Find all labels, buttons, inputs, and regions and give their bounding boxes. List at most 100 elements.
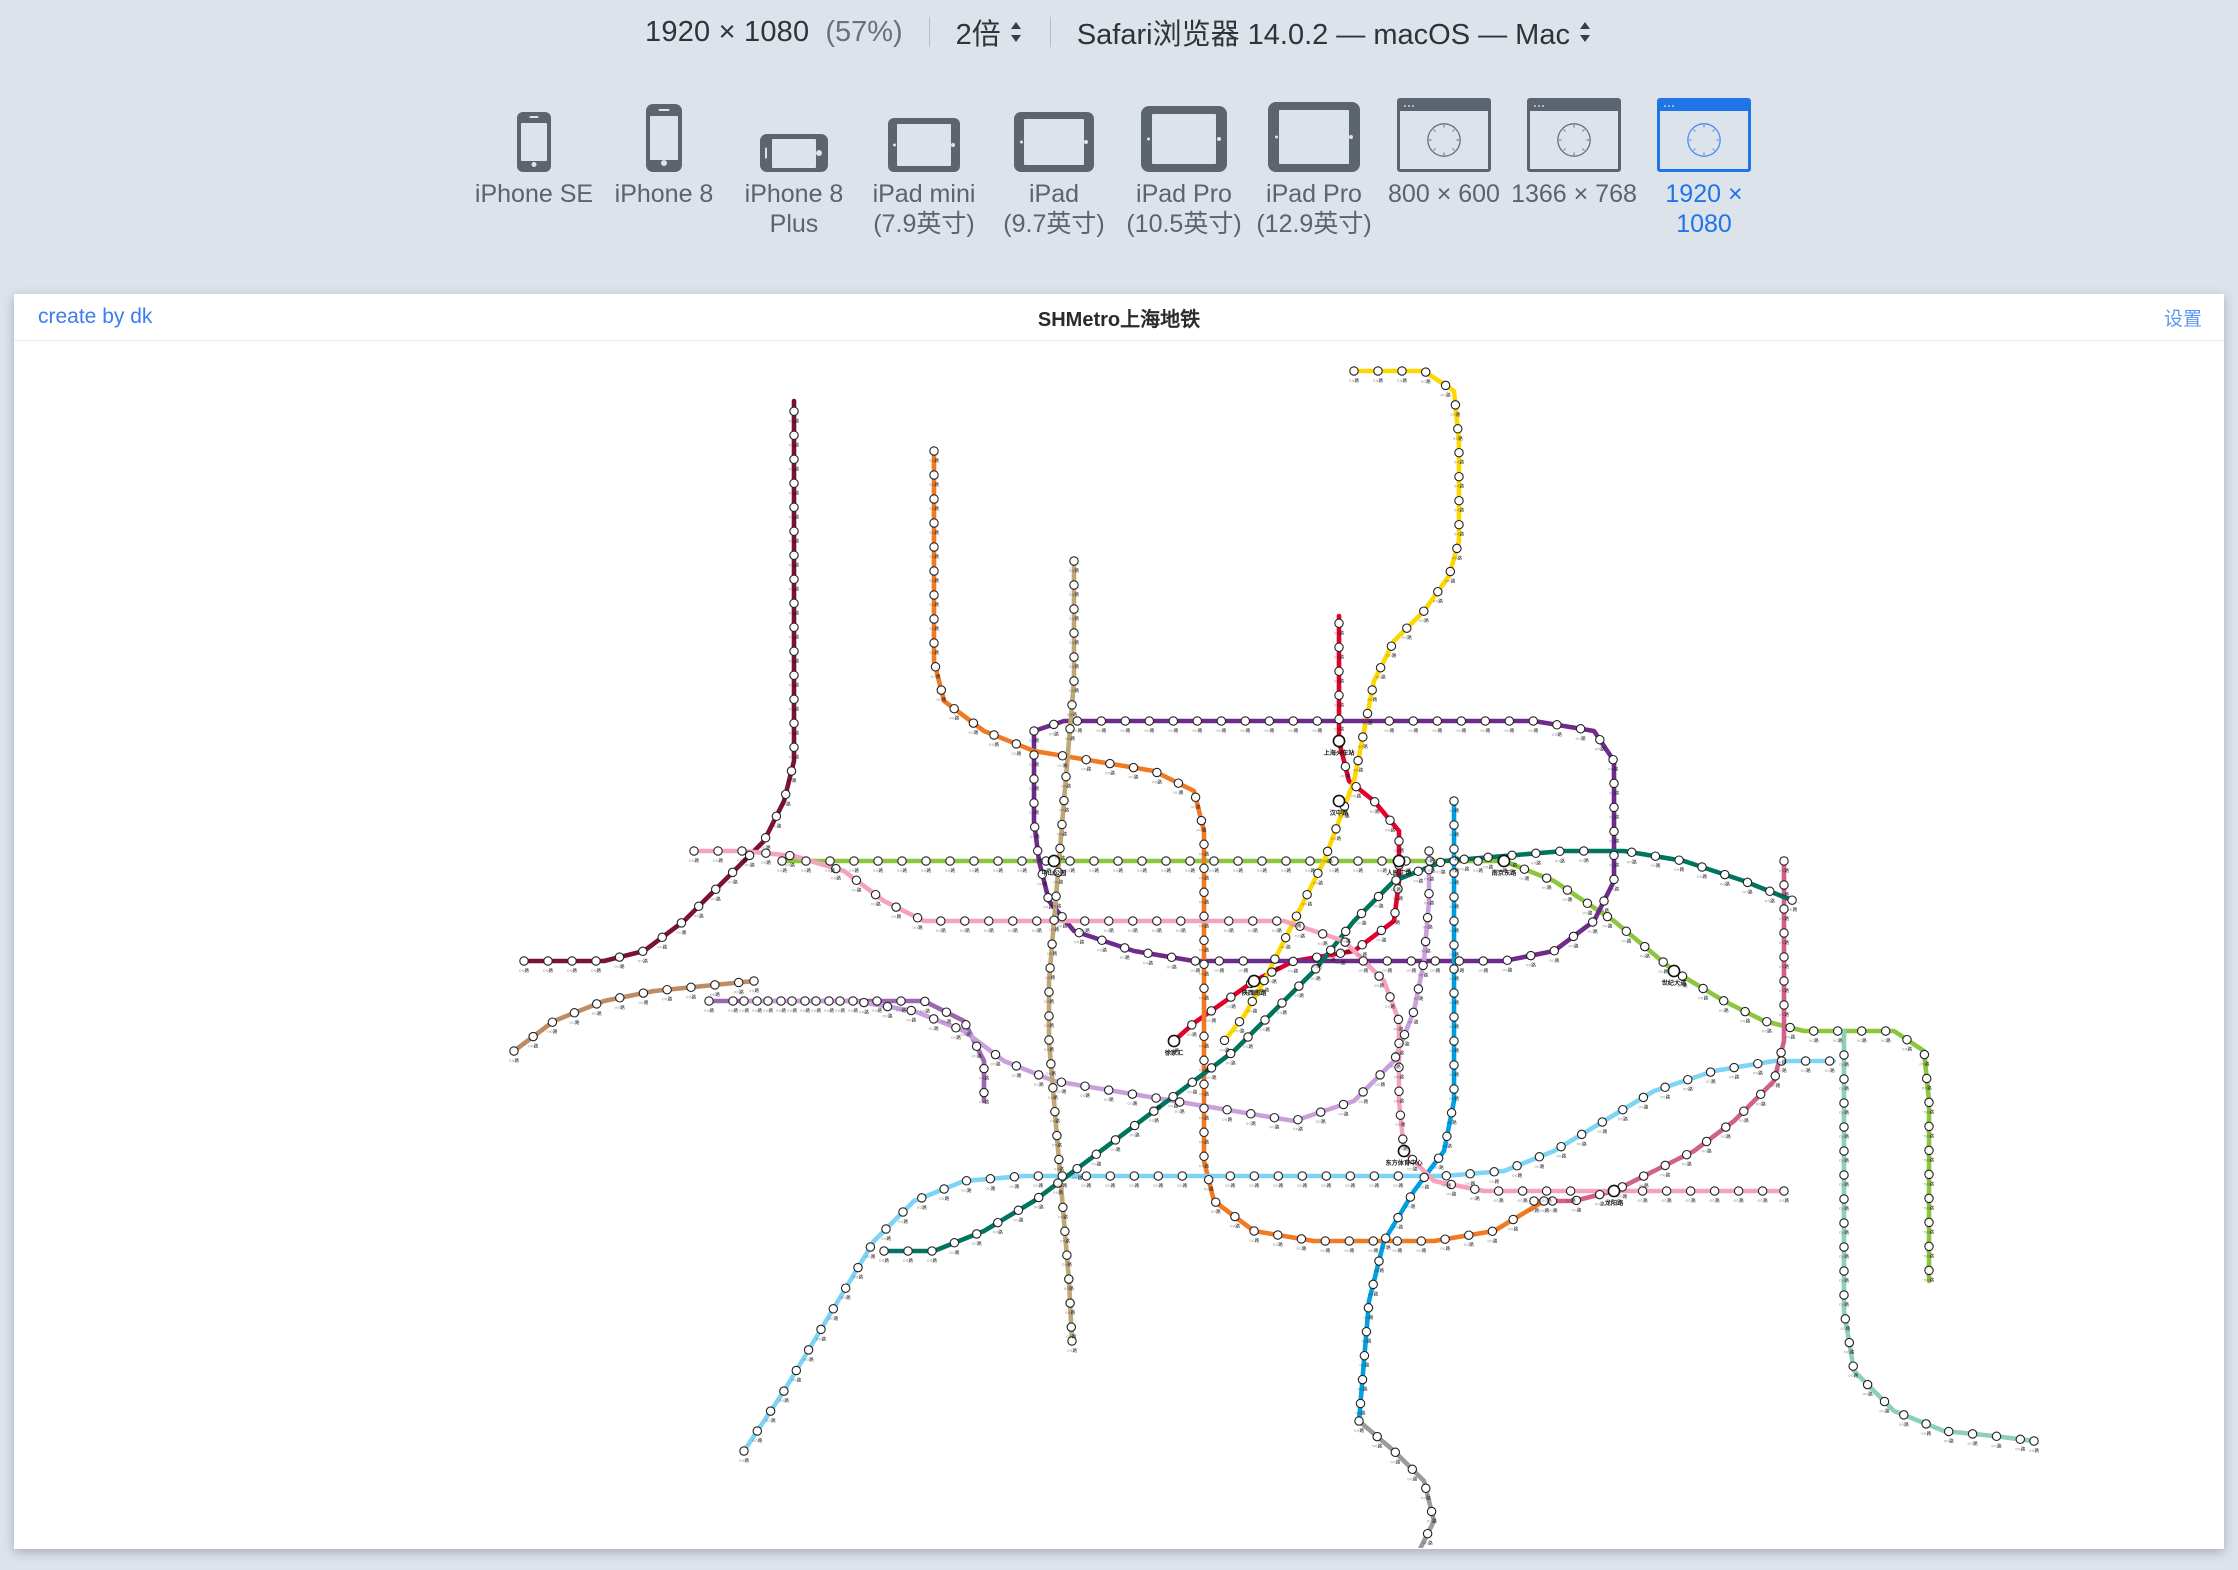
metro-station-marker[interactable] <box>1681 1149 1692 1160</box>
metro-station-marker[interactable] <box>1380 1233 1391 1243</box>
metro-station-marker[interactable] <box>1456 716 1467 726</box>
metro-station-marker[interactable] <box>1609 874 1619 885</box>
metro-station-marker[interactable] <box>1187 1077 1198 1088</box>
metro-line[interactable] <box>1171 613 1402 1044</box>
metro-station-marker[interactable] <box>929 470 939 480</box>
metro-station-marker[interactable] <box>1685 1186 1696 1196</box>
metro-station-marker[interactable] <box>1391 875 1401 885</box>
metro-station-marker[interactable] <box>765 1406 776 1416</box>
metro-station-marker[interactable] <box>1419 606 1429 616</box>
metro-station-marker[interactable] <box>1454 495 1464 506</box>
metro-station-marker[interactable] <box>1355 1398 1366 1409</box>
metro-station-marker[interactable] <box>1199 1079 1209 1090</box>
metro-station-marker[interactable] <box>1238 956 1249 966</box>
metro-station-marker[interactable] <box>945 856 955 866</box>
metro-station-marker[interactable] <box>1069 556 1079 566</box>
metro-station-marker[interactable] <box>1718 996 1729 1006</box>
metro-station-marker[interactable] <box>1449 820 1459 830</box>
metro-station-marker[interactable] <box>1216 716 1227 726</box>
metro-station-marker[interactable] <box>968 718 979 728</box>
metro-station-marker[interactable] <box>1032 846 1043 856</box>
metro-station-marker[interactable] <box>1779 1000 1789 1010</box>
metro-station-marker[interactable] <box>961 1176 972 1186</box>
metro-station-marker[interactable] <box>1288 716 1299 726</box>
metro-station-marker[interactable] <box>1226 992 1236 1002</box>
metro-station-marker[interactable] <box>1449 916 1459 926</box>
metro-station-marker[interactable] <box>1049 719 1059 730</box>
metro-station-marker[interactable] <box>1408 1007 1419 1018</box>
metro-station-marker[interactable] <box>1199 1151 1209 1162</box>
metro-station-marker[interactable] <box>739 1446 749 1456</box>
metro-station-marker[interactable] <box>785 850 795 861</box>
metro-station-marker[interactable] <box>1062 1250 1072 1260</box>
metro-station-marker[interactable] <box>1449 844 1459 854</box>
metro-station-marker[interactable] <box>801 856 811 866</box>
metro-station-marker[interactable] <box>1247 996 1258 1007</box>
metro-station-marker[interactable] <box>1399 1029 1410 1040</box>
metro-station-marker[interactable] <box>1032 916 1042 926</box>
metro-station-marker[interactable] <box>1334 618 1344 629</box>
device-preset-1920x1080[interactable]: 1920 × 1080 <box>1639 72 1769 239</box>
metro-station-marker[interactable] <box>1363 1303 1374 1313</box>
metro-station-marker[interactable] <box>1373 891 1384 902</box>
metro-station-marker[interactable] <box>1011 739 1022 749</box>
metro-station-marker[interactable] <box>1199 1031 1209 1042</box>
metro-station-marker[interactable] <box>1528 716 1539 726</box>
device-preset-ipad-pro-105[interactable]: iPad Pro (10.5英寸) <box>1119 72 1249 239</box>
metro-station-marker[interactable] <box>1879 1396 1890 1407</box>
metro-station-marker[interactable] <box>1013 1205 1024 1216</box>
metro-station-marker[interactable] <box>1096 716 1107 726</box>
metro-station-marker[interactable] <box>1856 1026 1867 1036</box>
metro-station-marker[interactable] <box>1991 1431 2002 1442</box>
metro-station-marker[interactable] <box>1660 1082 1670 1093</box>
metro-station-marker[interactable] <box>1199 839 1209 850</box>
metro-station-marker[interactable] <box>1143 948 1153 959</box>
metro-station-marker[interactable] <box>1464 1230 1474 1240</box>
metro-station-marker[interactable] <box>1779 1186 1789 1196</box>
metro-station-marker[interactable] <box>1044 1035 1054 1045</box>
metro-station-marker[interactable] <box>1291 911 1302 921</box>
metro-station-marker[interactable] <box>1281 856 1291 866</box>
metro-station-marker[interactable] <box>1057 911 1067 922</box>
metro-station-marker[interactable] <box>1449 988 1459 998</box>
metro-station-marker[interactable] <box>929 518 939 528</box>
metro-station-marker[interactable] <box>993 1217 1003 1228</box>
metro-station-marker[interactable] <box>1924 1193 1934 1204</box>
metro-station-marker[interactable] <box>1446 1108 1457 1118</box>
metro-station-marker[interactable] <box>1394 1086 1404 1097</box>
metro-station-marker[interactable] <box>1435 857 1446 868</box>
metro-station-marker[interactable] <box>1392 1236 1403 1246</box>
metro-line[interactable] <box>1356 798 1457 1424</box>
metro-station-marker[interactable] <box>1779 952 1789 962</box>
metro-station-marker[interactable] <box>1043 892 1053 903</box>
metro-station-marker[interactable] <box>1762 1016 1772 1027</box>
metro-station-marker[interactable] <box>1407 1464 1418 1475</box>
metro-station-marker[interactable] <box>1072 1163 1082 1174</box>
metro-station-marker[interactable] <box>1465 1169 1475 1179</box>
metro-station-marker[interactable] <box>1626 847 1637 858</box>
metro-station-marker[interactable] <box>1779 928 1789 938</box>
metro-station-marker[interactable] <box>662 984 672 995</box>
metro-station-marker[interactable] <box>1029 726 1039 736</box>
metro-interchange-marker[interactable] <box>1332 794 1346 808</box>
metro-station-marker[interactable] <box>1587 917 1598 927</box>
metro-station-marker[interactable] <box>1280 932 1291 943</box>
metro-station-marker[interactable] <box>1432 716 1443 726</box>
metro-station-marker[interactable] <box>930 662 941 672</box>
metro-station-marker[interactable] <box>929 494 939 504</box>
metro-station-marker[interactable] <box>1375 662 1386 673</box>
metro-station-marker[interactable] <box>1185 856 1195 866</box>
metro-station-marker[interactable] <box>960 916 970 926</box>
metro-station-marker[interactable] <box>1555 846 1565 857</box>
metro-station-marker[interactable] <box>1373 366 1383 376</box>
metro-station-marker[interactable] <box>2015 1434 2026 1445</box>
metro-station-marker[interactable] <box>1385 815 1395 826</box>
metro-station-marker[interactable] <box>1270 954 1280 964</box>
metro-station-marker[interactable] <box>1844 1337 1855 1348</box>
metro-station-marker[interactable] <box>1419 1172 1429 1183</box>
metro-station-marker[interactable] <box>1368 1279 1378 1290</box>
metro-station-marker[interactable] <box>1552 720 1562 730</box>
metro-station-marker[interactable] <box>1081 754 1091 765</box>
metro-station-marker[interactable] <box>1565 1186 1576 1196</box>
metro-station-marker[interactable] <box>1924 1265 1934 1276</box>
